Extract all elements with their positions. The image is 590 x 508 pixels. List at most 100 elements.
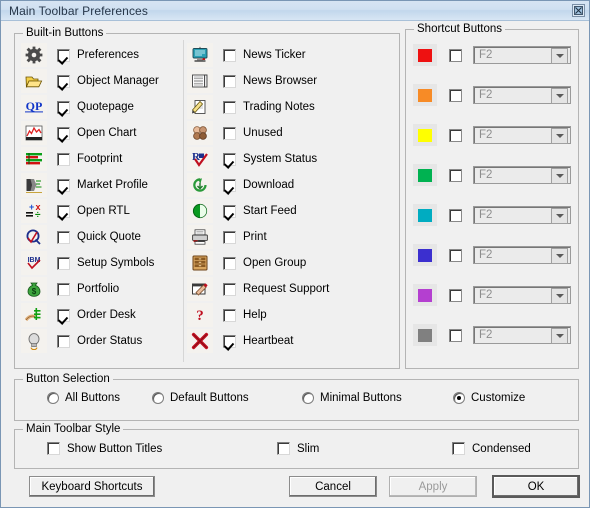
shortcut-key-select[interactable]: F2 — [473, 126, 571, 144]
open-group-icon[interactable] — [187, 251, 213, 275]
shortcut-key-select[interactable]: F2 — [473, 86, 571, 104]
builtin-checkbox[interactable] — [57, 74, 70, 88]
builtin-row[interactable]: $ Portfolio — [21, 276, 159, 302]
ibm-symbol-icon[interactable]: IBM — [21, 251, 47, 275]
shortcut-key-select[interactable]: F2 — [473, 246, 571, 264]
builtin-checkbox[interactable] — [223, 126, 236, 140]
builtin-checkbox[interactable] — [57, 308, 70, 322]
shortcut-key-select[interactable]: F2 — [473, 206, 571, 224]
builtin-checkbox[interactable] — [57, 152, 70, 166]
builtin-checkbox[interactable] — [57, 256, 70, 270]
toolbar-style-checkbox[interactable] — [452, 442, 465, 455]
news-ticker-icon[interactable] — [187, 43, 213, 67]
gear-icon[interactable] — [21, 43, 47, 67]
radio-button[interactable] — [47, 392, 59, 404]
chevron-down-icon[interactable] — [551, 288, 568, 304]
shortcut-color-button[interactable] — [413, 204, 437, 226]
builtin-checkbox[interactable] — [57, 334, 70, 348]
builtin-row[interactable]: Object Manager — [21, 68, 159, 94]
button-selection-option[interactable]: Customize — [453, 392, 525, 404]
radio-button[interactable] — [152, 392, 164, 404]
keyboard-shortcuts-button[interactable]: Keyboard Shortcuts — [29, 476, 155, 497]
download-icon[interactable] — [187, 173, 213, 197]
radio-button[interactable] — [302, 392, 314, 404]
shortcut-checkbox[interactable] — [449, 48, 462, 62]
shortcut-row[interactable]: F2 — [413, 282, 573, 308]
builtin-checkbox[interactable] — [223, 204, 236, 218]
builtin-checkbox[interactable] — [223, 74, 236, 88]
builtin-checkbox[interactable] — [223, 308, 236, 322]
market-profile-icon[interactable] — [21, 173, 47, 197]
button-selection-option[interactable]: Minimal Buttons — [302, 392, 402, 404]
builtin-row[interactable]: ? Help — [187, 302, 329, 328]
builtin-row[interactable]: Order Desk — [21, 302, 159, 328]
shortcut-row[interactable]: F2 — [413, 242, 573, 268]
builtin-checkbox[interactable] — [57, 100, 70, 114]
shortcut-color-button[interactable] — [413, 84, 437, 106]
shortcut-checkbox[interactable] — [449, 248, 462, 262]
chevron-down-icon[interactable] — [551, 328, 568, 344]
shortcut-row[interactable]: F2 — [413, 202, 573, 228]
shortcut-color-button[interactable] — [413, 44, 437, 66]
builtin-row[interactable]: QP Quotepage — [21, 94, 159, 120]
shortcut-color-button[interactable] — [413, 164, 437, 186]
builtin-checkbox[interactable] — [57, 178, 70, 192]
builtin-checkbox[interactable] — [223, 100, 236, 114]
order-desk-icon[interactable] — [21, 303, 47, 327]
builtin-checkbox[interactable] — [57, 204, 70, 218]
money-bag-icon[interactable]: $ — [21, 277, 47, 301]
toolbar-style-option[interactable]: Slim — [277, 442, 319, 455]
quick-quote-icon[interactable] — [21, 225, 47, 249]
builtin-row[interactable]: Request Support — [187, 276, 329, 302]
system-status-icon[interactable]: R — [187, 147, 213, 171]
shortcut-checkbox[interactable] — [449, 88, 462, 102]
builtin-checkbox[interactable] — [223, 282, 236, 296]
toolbar-style-checkbox[interactable] — [47, 442, 60, 455]
button-selection-option[interactable]: Default Buttons — [152, 392, 249, 404]
open-folder-icon[interactable] — [21, 69, 47, 93]
heartbeat-icon[interactable] — [187, 329, 213, 353]
radio-button[interactable] — [453, 392, 465, 404]
builtin-row[interactable]: Print — [187, 224, 329, 250]
news-browser-icon[interactable] — [187, 69, 213, 93]
builtin-checkbox[interactable] — [223, 230, 236, 244]
footprint-bars-icon[interactable] — [21, 147, 47, 171]
shortcut-key-select[interactable]: F2 — [473, 286, 571, 304]
shortcut-color-button[interactable] — [413, 124, 437, 146]
light-bulb-icon[interactable] — [21, 329, 47, 353]
builtin-checkbox[interactable] — [57, 48, 70, 62]
builtin-row[interactable]: Open Chart — [21, 120, 159, 146]
builtin-checkbox[interactable] — [57, 282, 70, 296]
chevron-down-icon[interactable] — [551, 128, 568, 144]
builtin-row[interactable]: Market Profile — [21, 172, 159, 198]
builtin-row[interactable]: Unused — [187, 120, 329, 146]
builtin-row[interactable]: Download — [187, 172, 329, 198]
shortcut-color-button[interactable] — [413, 244, 437, 266]
builtin-checkbox[interactable] — [57, 126, 70, 140]
builtin-row[interactable]: + x ÷ Open RTL — [21, 198, 159, 224]
shortcut-checkbox[interactable] — [449, 168, 462, 182]
chevron-down-icon[interactable] — [551, 208, 568, 224]
shortcut-row[interactable]: F2 — [413, 162, 573, 188]
close-icon[interactable] — [572, 4, 585, 17]
request-support-icon[interactable] — [187, 277, 213, 301]
printer-icon[interactable] — [187, 225, 213, 249]
builtin-row[interactable]: Quick Quote — [21, 224, 159, 250]
chevron-down-icon[interactable] — [551, 168, 568, 184]
shortcut-row[interactable]: F2 — [413, 82, 573, 108]
shortcut-checkbox[interactable] — [449, 128, 462, 142]
line-chart-icon[interactable] — [21, 121, 47, 145]
toolbar-style-option[interactable]: Show Button Titles — [47, 442, 162, 455]
builtin-row[interactable]: News Ticker — [187, 42, 329, 68]
toolbar-style-option[interactable]: Condensed — [452, 442, 531, 455]
start-feed-icon[interactable] — [187, 199, 213, 223]
cancel-button[interactable]: Cancel — [289, 476, 377, 497]
shortcut-key-select[interactable]: F2 — [473, 326, 571, 344]
button-selection-option[interactable]: All Buttons — [47, 392, 120, 404]
builtin-checkbox[interactable] — [223, 334, 236, 348]
shortcut-checkbox[interactable] — [449, 288, 462, 302]
builtin-row[interactable]: Open Group — [187, 250, 329, 276]
builtin-row[interactable]: Trading Notes — [187, 94, 329, 120]
shortcut-checkbox[interactable] — [449, 328, 462, 342]
shortcut-color-button[interactable] — [413, 284, 437, 306]
